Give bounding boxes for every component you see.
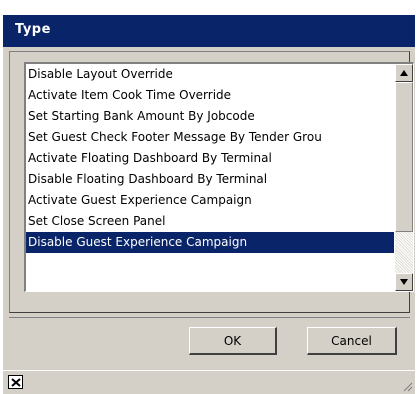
dialog-title: Type (15, 22, 51, 37)
ok-button[interactable]: OK (189, 327, 277, 355)
triangle-down-icon (400, 279, 408, 285)
scroll-down-button[interactable] (395, 273, 413, 291)
triangle-up-icon (400, 70, 408, 76)
cancel-button[interactable]: Cancel (307, 327, 397, 355)
list-items: Disable Layout Override Activate Item Co… (26, 64, 394, 253)
scrollbar-thumb[interactable] (395, 82, 413, 232)
vertical-scrollbar[interactable] (395, 64, 413, 291)
list-item[interactable]: Disable Floating Dashboard By Terminal (26, 169, 394, 190)
list-item[interactable]: Activate Floating Dashboard By Terminal (26, 148, 394, 169)
resize-grip-icon[interactable] (401, 380, 413, 392)
type-dialog: Type Disable Layout Override Activate It… (3, 15, 415, 394)
type-listbox[interactable]: Disable Layout Override Activate Item Co… (24, 62, 414, 292)
dialog-title-bar[interactable]: Type (3, 15, 415, 47)
list-item[interactable]: Activate Item Cook Time Override (26, 85, 394, 106)
list-item[interactable]: Set Starting Bank Amount By Jobcode (26, 106, 394, 127)
list-item[interactable]: Disable Layout Override (26, 64, 394, 85)
list-item[interactable]: Activate Guest Experience Campaign (26, 190, 394, 211)
list-item[interactable]: Disable Guest Experience Campaign (26, 232, 394, 253)
status-bar (3, 370, 415, 394)
close-button[interactable] (8, 375, 23, 389)
close-icon (11, 378, 21, 387)
list-item[interactable]: Set Guest Check Footer Message By Tender… (26, 127, 394, 148)
scroll-up-button[interactable] (395, 64, 413, 82)
list-item[interactable]: Set Close Screen Panel (26, 211, 394, 232)
